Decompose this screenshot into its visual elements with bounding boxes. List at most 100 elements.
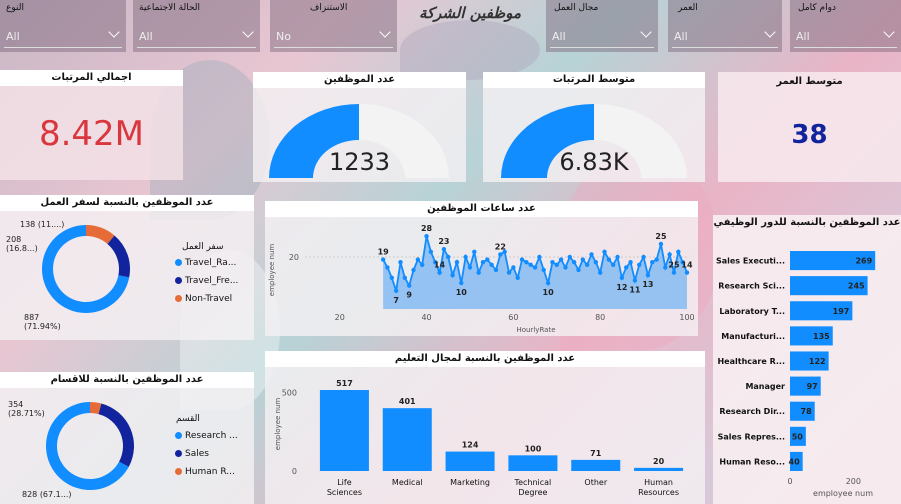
data-point[interactable] (537, 254, 542, 260)
bar[interactable] (571, 459, 621, 471)
data-point[interactable] (584, 262, 590, 267)
data-point[interactable] (615, 254, 620, 260)
data-point[interactable] (519, 257, 525, 262)
data-point[interactable] (385, 265, 390, 270)
legend-item-travel-rarely[interactable]: Travel_Ra... (175, 258, 236, 268)
donut-slice[interactable] (107, 235, 130, 278)
slicer-marital-status[interactable]: الحالة الاجتماعية All (133, 0, 260, 52)
data-point[interactable] (571, 260, 577, 265)
data-point[interactable] (658, 241, 664, 247)
bar[interactable] (319, 390, 369, 471)
data-point[interactable] (467, 265, 473, 270)
data-point[interactable] (602, 249, 607, 254)
kpi-title: اجمالي المرتبات (0, 70, 183, 86)
data-point[interactable] (398, 260, 403, 265)
data-point[interactable] (576, 267, 581, 273)
data-point[interactable] (611, 262, 616, 267)
data-point[interactable] (589, 252, 594, 257)
data-point[interactable] (567, 254, 572, 260)
data-point[interactable] (550, 260, 555, 265)
data-point[interactable] (411, 267, 416, 273)
slicer-dropdown[interactable]: All (550, 26, 654, 48)
data-point[interactable] (532, 265, 538, 270)
data-point[interactable] (498, 252, 503, 257)
data-point[interactable] (480, 260, 486, 265)
legend-item-non-travel[interactable]: Non-Travel (175, 294, 232, 304)
data-point[interactable] (554, 262, 559, 267)
data-point[interactable] (389, 275, 395, 280)
data-point[interactable] (624, 265, 629, 270)
slicer-dropdown[interactable]: All (794, 26, 897, 48)
data-point[interactable] (493, 267, 499, 273)
bar[interactable] (508, 455, 558, 471)
data-point[interactable] (402, 275, 408, 280)
bar[interactable] (445, 451, 495, 471)
data-point[interactable] (645, 273, 651, 278)
data-point[interactable] (650, 260, 655, 265)
data-point[interactable] (671, 270, 677, 275)
data-point[interactable] (450, 273, 455, 278)
data-point[interactable] (541, 267, 546, 273)
donut-slice[interactable] (98, 403, 134, 467)
slicer-field[interactable]: مجال العمل All (546, 0, 658, 52)
data-point[interactable] (485, 257, 490, 262)
data-point[interactable] (380, 257, 386, 262)
data-point[interactable] (454, 260, 460, 265)
slicer-attrition[interactable]: الاستنزاف No (270, 0, 397, 52)
slicer-full-time[interactable]: دوام كامل All (790, 0, 901, 52)
slicer-dropdown[interactable]: All (4, 26, 122, 48)
data-point[interactable] (420, 262, 425, 267)
data-point[interactable] (684, 270, 690, 275)
slicer-dropdown[interactable]: No (274, 26, 393, 48)
chevron-down-icon (242, 26, 254, 38)
data-point[interactable] (619, 275, 625, 280)
data-point[interactable] (580, 257, 586, 262)
data-point[interactable] (545, 280, 551, 286)
data-point[interactable] (524, 260, 529, 265)
data-point[interactable] (415, 257, 421, 262)
data-point[interactable] (441, 247, 447, 252)
data-point[interactable] (632, 278, 638, 283)
slicer-dropdown[interactable]: All (672, 26, 778, 48)
slicer-age[interactable]: العمر All (668, 0, 782, 52)
data-point[interactable] (472, 249, 477, 254)
data-point[interactable] (406, 283, 412, 288)
data-point[interactable] (506, 270, 512, 275)
data-point[interactable] (628, 260, 633, 265)
data-point[interactable] (663, 265, 668, 270)
data-point[interactable] (606, 257, 612, 262)
legend-dot (175, 259, 182, 266)
data-point[interactable] (654, 257, 659, 262)
legend-item-sales[interactable]: Sales (175, 449, 209, 459)
data-point[interactable] (476, 270, 481, 275)
data-label: 7 (393, 296, 399, 305)
data-point[interactable] (528, 262, 533, 267)
legend-item-human-resources[interactable]: Human R... (175, 467, 235, 477)
data-point[interactable] (511, 265, 516, 270)
data-point[interactable] (393, 288, 399, 293)
bar[interactable] (634, 467, 684, 471)
data-point[interactable] (641, 254, 646, 260)
data-point[interactable] (424, 234, 429, 239)
data-point[interactable] (463, 254, 468, 260)
data-point[interactable] (667, 252, 672, 257)
data-point[interactable] (428, 249, 434, 254)
data-point[interactable] (593, 260, 599, 265)
data-point[interactable] (676, 249, 681, 254)
slicer-dropdown[interactable]: All (137, 26, 256, 48)
data-point[interactable] (558, 257, 564, 262)
data-point[interactable] (489, 262, 494, 267)
bar[interactable] (382, 408, 432, 471)
data-point[interactable] (515, 275, 520, 280)
legend-item-research[interactable]: Research ... (175, 431, 238, 441)
data-point[interactable] (637, 262, 642, 267)
data-point[interactable] (597, 270, 603, 275)
data-point[interactable] (437, 270, 442, 275)
data-point[interactable] (563, 265, 568, 270)
legend-title: القسم (176, 414, 200, 424)
legend-item-travel-frequently[interactable]: Travel_Fre... (175, 276, 238, 286)
data-point[interactable] (459, 280, 464, 286)
data-label: 12 (616, 283, 627, 292)
data-point[interactable] (446, 254, 451, 260)
slicer-gender[interactable]: النوع All (0, 0, 126, 52)
